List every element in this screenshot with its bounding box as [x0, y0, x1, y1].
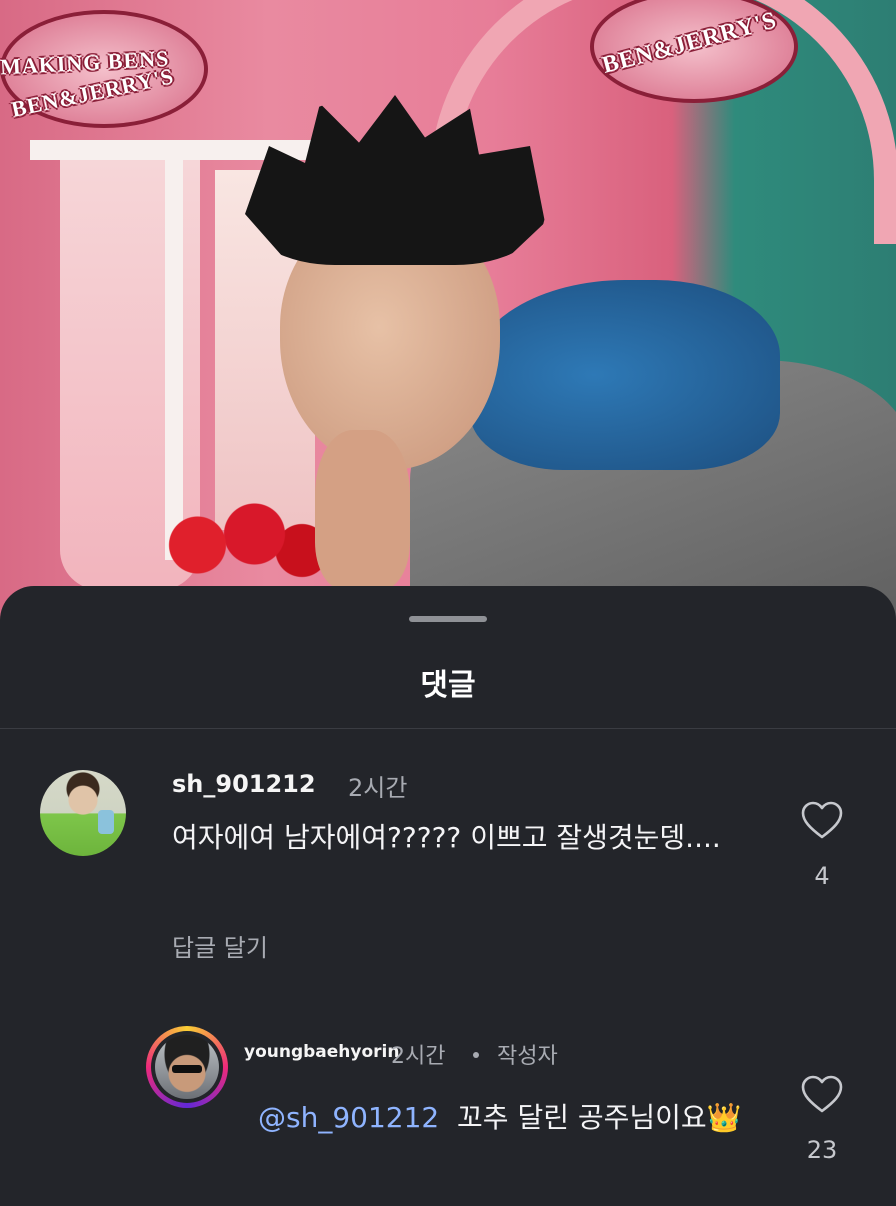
avatar — [151, 1031, 223, 1103]
post-photo: MAKING BENS BEN&JERRY'S BEN&JERRY'S — [0, 0, 896, 640]
like-button[interactable]: 23 — [800, 1074, 844, 1164]
like-count: 23 — [806, 1136, 838, 1164]
divider — [0, 728, 896, 729]
heart-outline-icon — [801, 801, 843, 839]
camera-shape — [98, 810, 114, 834]
comment-username[interactable]: sh_901212 — [172, 770, 316, 798]
sheet-title: 댓글 — [420, 668, 476, 703]
like-count: 4 — [814, 862, 830, 890]
reply-time: 2시간 — [391, 1044, 446, 1069]
reply-button[interactable]: 답글 달기 — [172, 928, 268, 963]
avatar[interactable] — [40, 770, 126, 856]
sheet-grabber[interactable] — [409, 616, 487, 622]
blue-hood — [470, 280, 780, 470]
red-flowers — [150, 490, 340, 600]
author-badge: 작성자 — [497, 1044, 558, 1069]
avatar-photo — [155, 1035, 219, 1099]
comments-sheet: 댓글 sh_901212 2시간 여자에여 남자에여????? 이쁘고 잘생겻눈… — [0, 586, 896, 1206]
avatar-story-ring[interactable] — [146, 1026, 228, 1108]
reply-username[interactable]: youngbaehyorin — [244, 1042, 399, 1062]
comment-time: 2시간 — [348, 774, 408, 802]
like-button[interactable]: 4 — [800, 800, 844, 890]
sunglasses — [172, 1065, 202, 1073]
separator-dot — [473, 1052, 479, 1058]
heart-outline-icon — [801, 1075, 843, 1113]
comment-text: 여자에여 남자에여????? 이쁘고 잘생겻눈뎅.... — [172, 821, 721, 854]
reply-body: 꼬추 달린 공주님이요👑 — [457, 1101, 742, 1134]
reply-text: @sh_901212 꼬추 달린 공주님이요👑 — [258, 1093, 778, 1143]
hand — [315, 430, 410, 590]
mention-link[interactable]: @sh_901212 — [258, 1101, 439, 1134]
